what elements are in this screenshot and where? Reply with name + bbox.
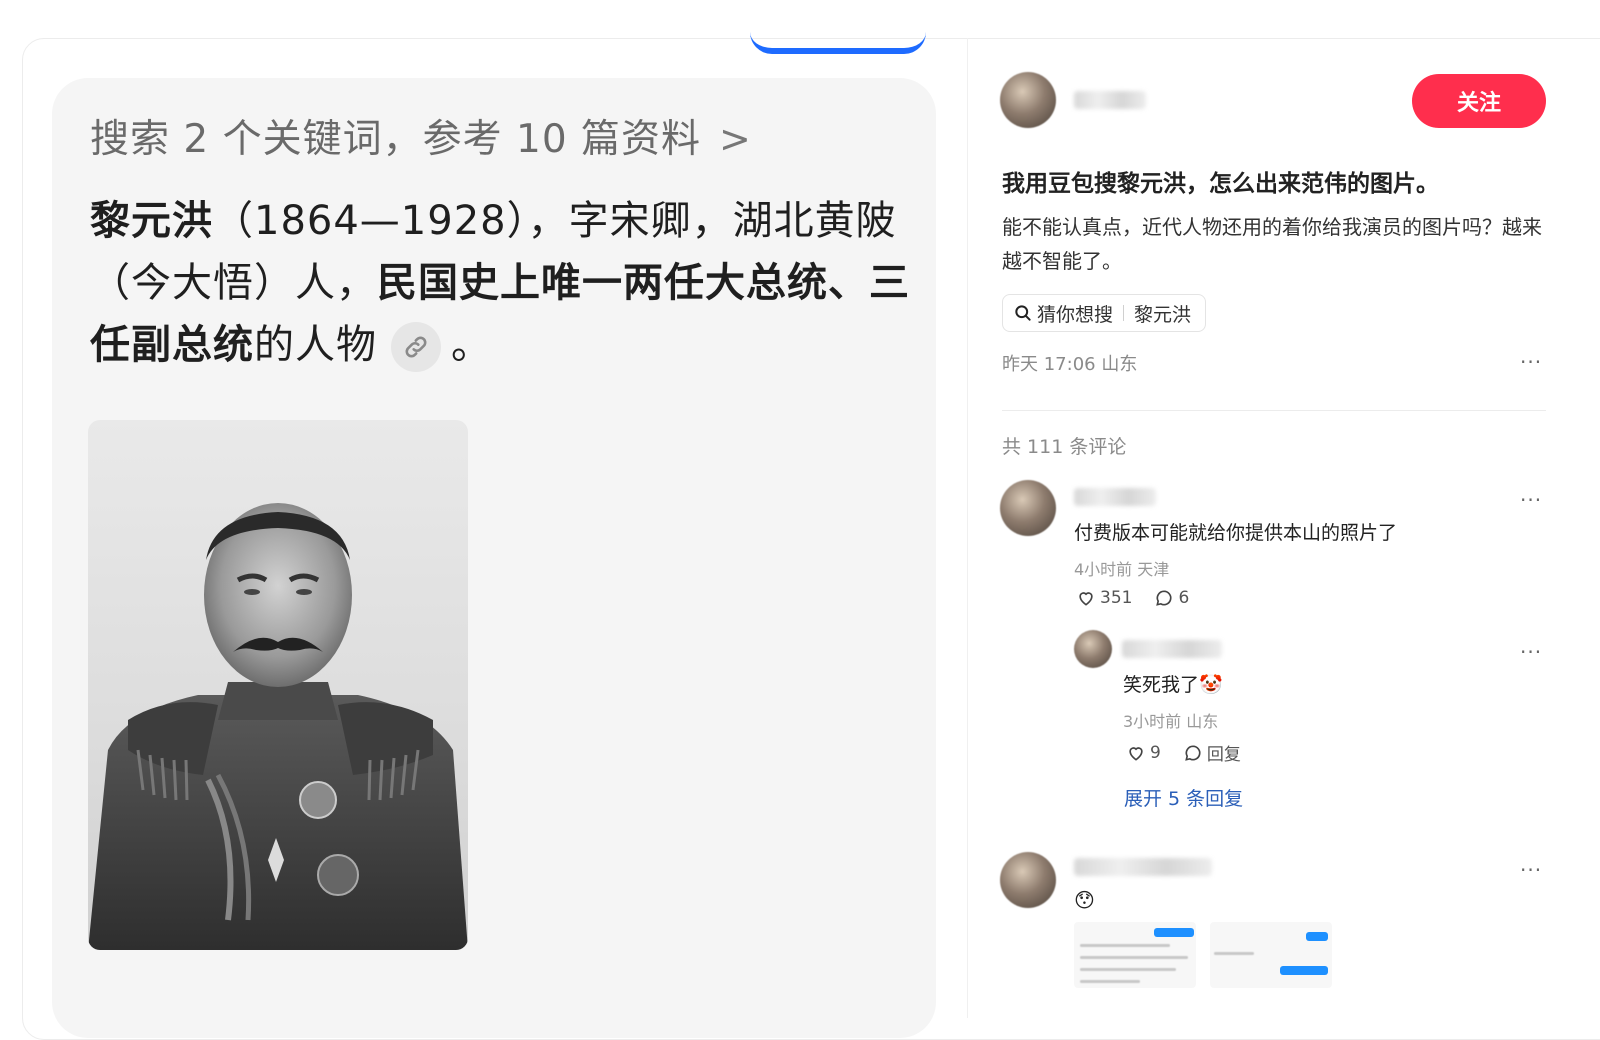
commenter-name-blurred[interactable]	[1074, 858, 1212, 876]
reply-reply-button[interactable]: 回复	[1183, 740, 1241, 765]
reply-time: 3小时前 山东	[1123, 712, 1219, 731]
reply-button[interactable]: 6	[1154, 588, 1189, 608]
search-icon	[1015, 305, 1031, 321]
answer-name: 黎元洪	[90, 198, 213, 244]
thumb-text-line	[1080, 944, 1170, 947]
reply-text: 笑死我了🤡	[1123, 670, 1223, 697]
post-more-icon[interactable]: ···	[1520, 350, 1542, 374]
thumb-text-line	[1080, 956, 1188, 959]
commenter-name-blurred[interactable]	[1074, 488, 1156, 506]
follow-button[interactable]: 关注	[1412, 74, 1546, 128]
expand-replies-link[interactable]: 展开 5 条回复	[1124, 784, 1243, 811]
heart-icon	[1129, 746, 1143, 761]
post-body: 能不能认真点，近代人物还用的着你给我演员的图片吗？越来越不智能了。	[1002, 215, 1542, 273]
comment-text: 付费版本可能就给你提供本山的照片了	[1074, 522, 1398, 544]
reply-name-blurred[interactable]	[1122, 640, 1222, 658]
comment-actions: 351 6	[1076, 588, 1211, 608]
reply-like-count: 9	[1150, 742, 1161, 763]
reply-like-button[interactable]: 9	[1126, 743, 1161, 763]
like-button[interactable]: 351	[1076, 588, 1132, 608]
thumb-text-line	[1214, 952, 1254, 955]
like-count: 351	[1100, 588, 1133, 608]
answer-part-2: 的人物	[254, 322, 377, 368]
panel-divider	[967, 38, 968, 1018]
shocked-emoji: 😯	[1074, 888, 1095, 912]
reply-count: 6	[1178, 588, 1190, 608]
clown-emoji: 🤡	[1199, 674, 1223, 696]
portrait-photo[interactable]	[88, 420, 468, 950]
search-summary-text: 搜索 2 个关键词，参考 10 篇资料	[90, 117, 702, 162]
comment-image-thumbnail[interactable]	[1074, 922, 1196, 988]
search-summary[interactable]: 搜索 2 个关键词，参考 10 篇资料 >	[90, 108, 752, 164]
top-scroll-indicator	[750, 30, 926, 54]
answer-end: 。	[451, 322, 492, 368]
commenter-avatar[interactable]	[1000, 480, 1056, 536]
suggestion-term: 黎元洪	[1134, 303, 1192, 326]
chip-separator	[1123, 305, 1125, 321]
reply-avatar[interactable]	[1074, 630, 1112, 668]
commenter-avatar[interactable]	[1000, 852, 1056, 908]
thumb-text-line	[1080, 968, 1176, 971]
suggestion-prefix: 猜你想搜	[1037, 303, 1114, 326]
comment-time: 4小时前 天津	[1074, 560, 1170, 579]
post-meta: 昨天 17:06 山东	[1002, 354, 1138, 375]
thumb-chat-bubble	[1154, 928, 1194, 937]
heart-icon	[1079, 592, 1093, 606]
comment-count: 共 111 条评论	[1002, 436, 1127, 458]
post-title: 我用豆包搜黎元洪，怎么出来范伟的图片。	[1002, 171, 1439, 197]
section-divider	[1002, 410, 1546, 411]
comment-image-thumbnail[interactable]	[1210, 922, 1332, 988]
thumb-chat-bubble	[1280, 966, 1328, 975]
thumb-text-line	[1080, 980, 1140, 983]
thumb-chat-bubble	[1306, 932, 1328, 941]
search-suggestion-chip[interactable]: 猜你想搜 黎元洪	[1002, 294, 1207, 332]
reply-label: 回复	[1206, 745, 1241, 765]
comment-bubble-icon	[1156, 590, 1172, 606]
comment-bubble-icon	[1185, 744, 1201, 761]
author-name-blurred[interactable]	[1074, 91, 1146, 109]
comment-more-icon[interactable]: ···	[1520, 488, 1542, 512]
reply-more-icon[interactable]: ···	[1520, 640, 1542, 664]
reply-text-body: 笑死我了	[1123, 674, 1200, 696]
comment-more-icon[interactable]: ···	[1520, 858, 1542, 882]
link-icon[interactable]	[391, 322, 441, 372]
reply-actions: 9 回复	[1126, 740, 1263, 765]
chevron-right-icon: >	[719, 117, 752, 161]
author-avatar[interactable]	[1000, 72, 1056, 128]
answer-text: 黎元洪（1864—1928），字宋卿，湖北黄陂（今大悟）人，民国史上唯一两任大总…	[90, 190, 910, 376]
